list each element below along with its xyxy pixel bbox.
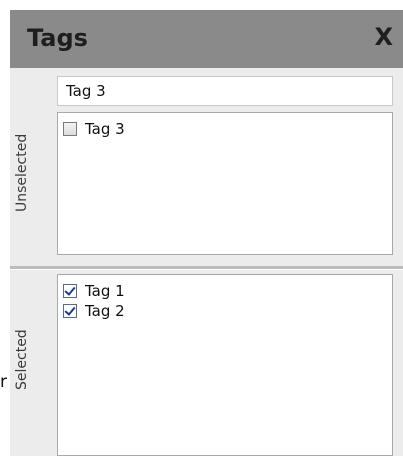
list-item-selected[interactable]: Tag 1 <box>63 281 387 301</box>
checkbox-checked[interactable] <box>63 304 77 318</box>
tag-search-input[interactable] <box>57 76 393 106</box>
selected-section: Selected Tag 1 Tag 2 <box>10 269 403 456</box>
selected-tag-list[interactable]: Tag 1 Tag 2 <box>57 274 393 456</box>
tag-label: Tag 2 <box>85 302 125 320</box>
close-button[interactable]: X <box>374 23 393 51</box>
selected-label: Selected <box>14 329 30 391</box>
panel-header: Tags X <box>10 10 403 68</box>
stray-text-fragment: r <box>0 372 7 392</box>
unselected-tag-list[interactable]: Tag 3 <box>57 112 393 255</box>
tag-label: Tag 1 <box>85 282 125 300</box>
list-item-unselected[interactable]: Tag 3 <box>63 119 387 139</box>
panel-title: Tags <box>27 24 88 52</box>
checkbox-checked[interactable] <box>63 284 77 298</box>
checkbox-unchecked[interactable] <box>63 122 77 136</box>
tags-panel: Tags X Unselected Tag 3 Selected Tag 1 T… <box>10 10 403 456</box>
unselected-label: Unselected <box>14 133 30 213</box>
unselected-section: Unselected Tag 3 <box>10 68 403 266</box>
list-item-selected[interactable]: Tag 2 <box>63 301 387 321</box>
tag-label: Tag 3 <box>85 120 125 138</box>
